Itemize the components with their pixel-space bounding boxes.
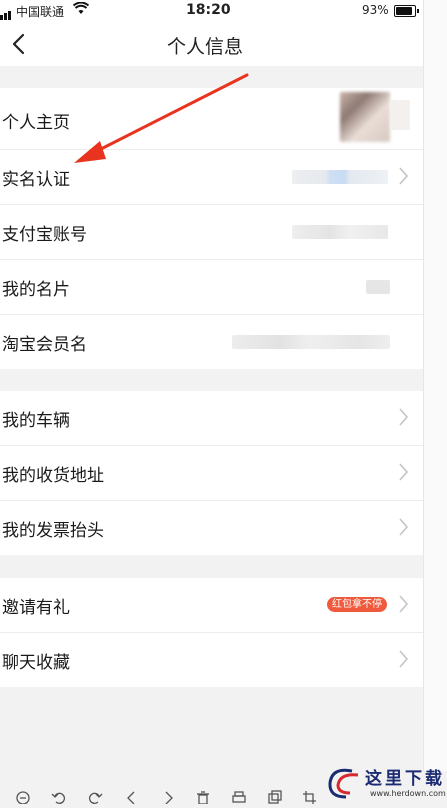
avatar-edge — [390, 100, 410, 130]
redacted-value — [232, 335, 390, 349]
chevron-right-icon — [399, 595, 409, 613]
list-item-chat-favorites[interactable]: 聊天收藏 — [0, 633, 423, 687]
redacted-value — [292, 170, 388, 184]
signal-icon — [0, 6, 12, 20]
list-item-label: 个人主页 — [2, 113, 70, 133]
viewer-edge — [423, 0, 447, 803]
chevron-right-icon — [399, 518, 409, 536]
list-item-label: 聊天收藏 — [2, 653, 70, 673]
crop-icon[interactable] — [302, 789, 318, 804]
list-item-label: 邀请有礼 — [2, 598, 70, 618]
wifi-icon — [72, 1, 90, 18]
list-item-taobao-name[interactable]: 淘宝会员名 — [0, 315, 423, 369]
rotate-right-icon[interactable] — [87, 789, 103, 804]
list-item-label: 我的发票抬头 — [2, 521, 104, 541]
chevron-right-icon — [399, 167, 409, 185]
list-item-label: 我的收货地址 — [2, 466, 104, 486]
status-time: 18:20 — [186, 2, 231, 18]
battery-percent: 93% — [362, 3, 389, 17]
watermark-title: 这里下载 — [365, 769, 445, 789]
battery-icon — [394, 5, 419, 17]
list-item-shipping-address[interactable]: 我的收货地址 — [0, 446, 423, 501]
list-item-invoice-title[interactable]: 我的发票抬头 — [0, 501, 423, 555]
next-icon[interactable] — [160, 789, 176, 805]
rotate-left-icon[interactable] — [51, 789, 67, 804]
copy-icon[interactable] — [267, 789, 283, 804]
address-section: 我的车辆 我的收货地址 我的发票抬头 — [0, 391, 423, 555]
promo-badge: 红包拿不停 — [327, 597, 387, 612]
list-item-invite[interactable]: 邀请有礼 红包拿不停 — [0, 578, 423, 633]
list-item-business-card[interactable]: 我的名片 — [0, 260, 423, 315]
status-bar: 中国联通 18:20 93% — [0, 0, 423, 22]
nav-bar: 个人信息 — [0, 22, 423, 66]
chevron-right-icon — [399, 650, 409, 668]
chevron-right-icon — [399, 408, 409, 426]
profile-section: 个人主页 实名认证 支付宝账号 我的名片 淘宝会员名 — [0, 88, 423, 369]
redacted-value — [292, 225, 388, 239]
list-item-homepage[interactable]: 个人主页 — [0, 88, 423, 150]
watermark-logo: 这里下载 www.herdown.com — [322, 763, 447, 803]
list-item-label: 我的名片 — [2, 280, 70, 300]
carrier-name: 中国联通 — [16, 5, 65, 19]
list-item-label: 我的车辆 — [2, 411, 70, 431]
list-item-label: 实名认证 — [2, 170, 70, 190]
prev-icon[interactable] — [124, 789, 140, 805]
watermark-url: www.herdown.com — [370, 789, 446, 798]
delete-icon[interactable] — [195, 789, 211, 805]
list-item-real-name[interactable]: 实名认证 — [0, 150, 423, 205]
list-item-label: 支付宝账号 — [2, 225, 87, 245]
print-icon[interactable] — [231, 789, 247, 803]
watermark-swirl-icon — [328, 768, 359, 799]
list-item-alipay-account[interactable]: 支付宝账号 — [0, 205, 423, 260]
redacted-value — [366, 280, 390, 294]
chevron-right-icon — [399, 463, 409, 481]
zoom-out-icon[interactable] — [15, 789, 31, 805]
avatar — [340, 92, 390, 142]
list-item-vehicles[interactable]: 我的车辆 — [0, 391, 423, 446]
extras-section: 邀请有礼 红包拿不停 聊天收藏 — [0, 578, 423, 687]
list-item-label: 淘宝会员名 — [2, 335, 87, 355]
page-title: 个人信息 — [166, 36, 243, 58]
